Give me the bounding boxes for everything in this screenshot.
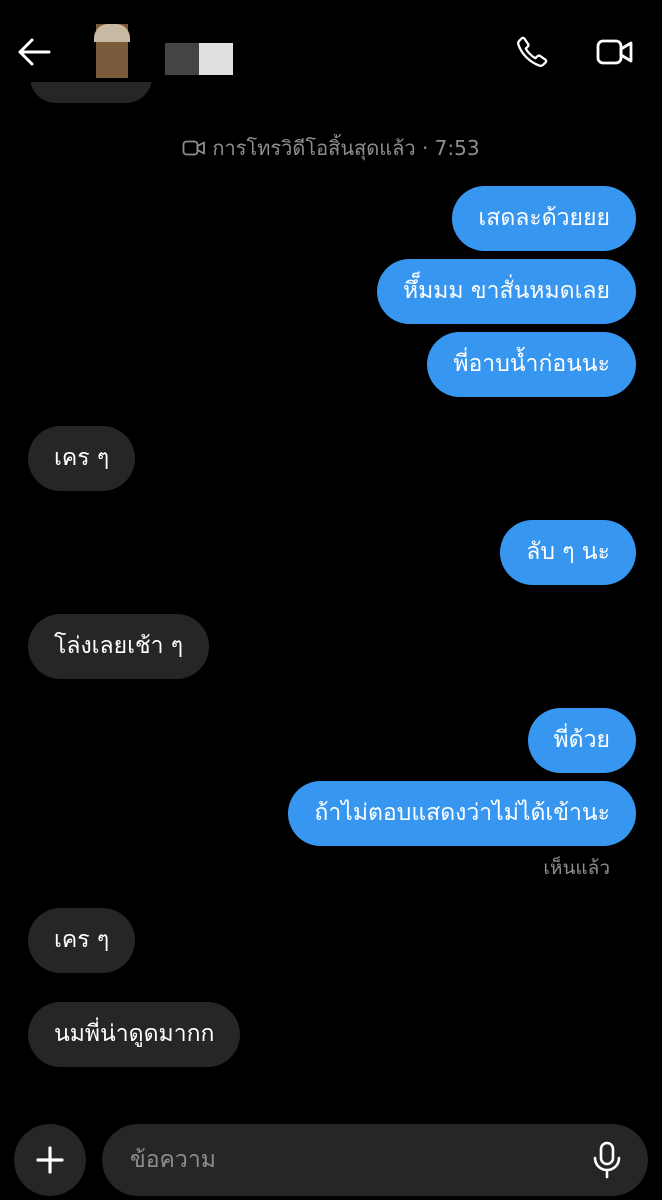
seen-status: เห็นแล้ว [543,857,610,879]
voice-message-button[interactable] [586,1138,628,1182]
message-input[interactable] [102,1124,648,1196]
avatar[interactable] [82,24,140,82]
call-ended-text: การโทรวิดีโอสิ้นสุดแล้ว · 7:53 [212,136,480,160]
message-bubble-outgoing[interactable]: ถ้าไม่ตอบแสดงว่าไม่ได้เข้านะ [288,781,636,846]
phone-icon [517,36,548,67]
plus-icon [36,1146,64,1174]
audio-call-button[interactable] [512,33,552,71]
video-call-button[interactable] [594,35,636,69]
message-bubble-incoming[interactable]: โล่งเลยเช้า ๆ [28,614,210,679]
message-bubble-outgoing[interactable]: เสดละด้วยยย [452,186,636,251]
message-bubble-outgoing[interactable]: พี่อาบน้ำก่อนนะ [427,332,636,397]
contact-name[interactable] [165,43,233,75]
video-camera-icon [596,39,633,65]
call-ended-notice: การโทรวิดีโอสิ้นสุดแล้ว · 7:53 [0,132,662,164]
back-button[interactable] [14,34,54,70]
microphone-icon [593,1141,621,1179]
video-camera-icon [183,140,206,156]
message-bubble-incoming[interactable]: เคร ๆ [28,426,136,491]
message-bubble-incoming[interactable]: นมพี่น่าดูดมากก [28,1002,241,1067]
message-bubble-outgoing[interactable]: หึ็มมม ขาสั่นหมดเลย [376,259,636,324]
add-attachment-button[interactable] [14,1124,86,1196]
arrow-left-icon [18,38,51,66]
message-bubble-outgoing[interactable]: ลับ ๆ นะ [500,520,636,585]
message-bubble-outgoing[interactable]: พี่ด้วย [527,708,636,773]
message-composer [14,1124,648,1196]
message-bubble-incoming[interactable]: เคร ๆ [28,908,136,973]
header [0,0,662,82]
